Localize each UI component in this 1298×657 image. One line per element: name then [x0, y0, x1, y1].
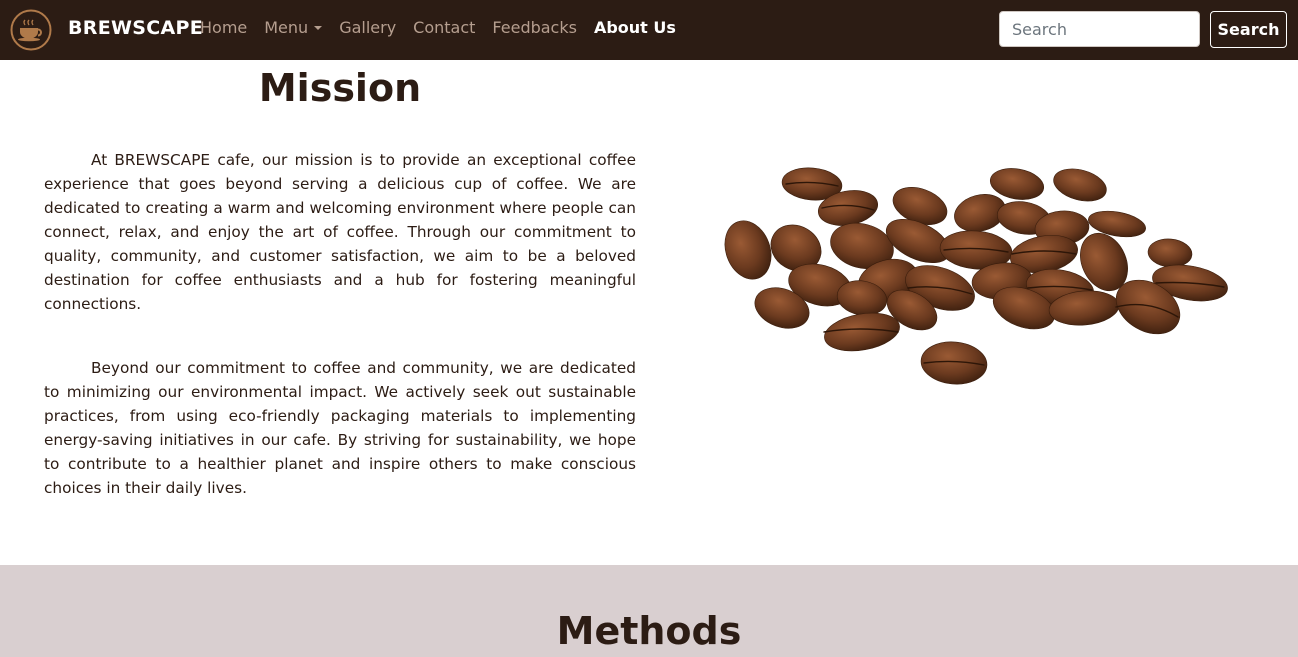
nav-about-us[interactable]: About Us	[594, 18, 676, 37]
nav-gallery[interactable]: Gallery	[339, 18, 396, 37]
mission-paragraph-1: At BREWSCAPE cafe, our mission is to pro…	[44, 151, 636, 313]
nav-menu-label: Menu	[264, 18, 309, 37]
navbar: BREWSCAPE Home Menu Gallery Contact Feed…	[0, 0, 1298, 60]
search-input[interactable]	[999, 11, 1200, 47]
coffee-beans-image	[712, 158, 1242, 398]
nav-contact[interactable]: Contact	[413, 18, 475, 37]
mission-title: Mission	[258, 66, 422, 110]
mission-paragraph-2: Beyond our commitment to coffee and comm…	[44, 359, 636, 497]
coffee-cup-icon[interactable]	[10, 9, 52, 51]
brand-name[interactable]: BREWSCAPE	[68, 17, 203, 39]
nav-menu-dropdown[interactable]: Menu	[264, 18, 323, 37]
methods-title: Methods	[556, 609, 742, 653]
nav-links: Home Menu Gallery Contact Feedbacks Abou…	[200, 18, 693, 37]
nav-home[interactable]: Home	[200, 18, 247, 37]
search-button[interactable]: Search	[1210, 11, 1287, 48]
nav-feedbacks[interactable]: Feedbacks	[492, 18, 577, 37]
chevron-down-icon	[314, 26, 323, 30]
